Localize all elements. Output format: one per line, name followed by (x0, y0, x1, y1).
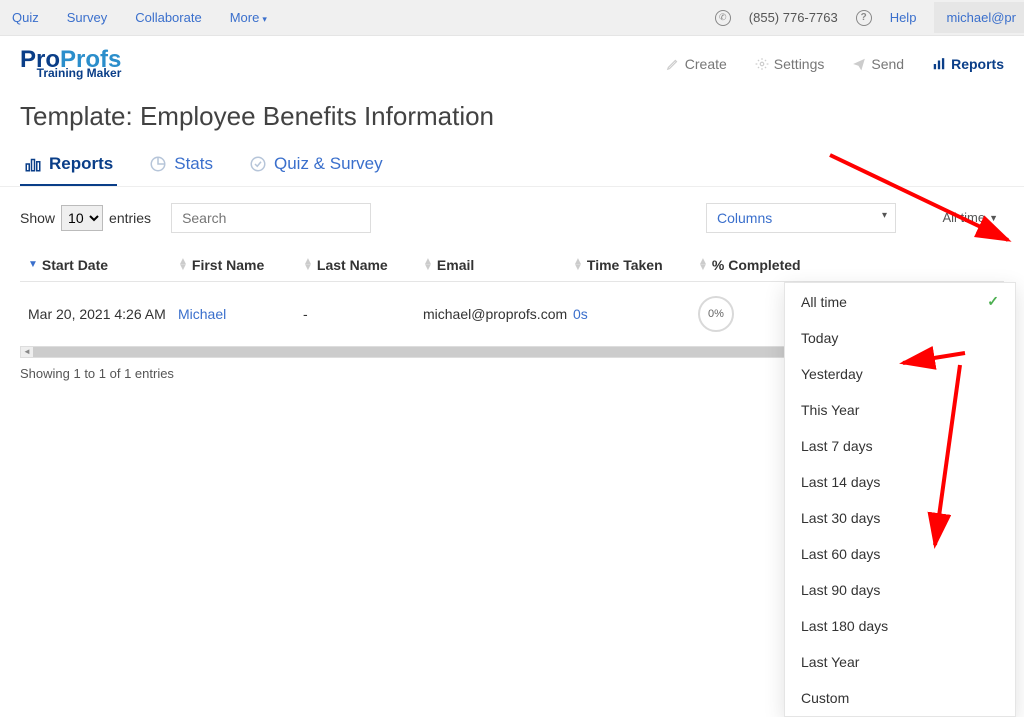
opt-all-time[interactable]: All time✓ (785, 283, 1015, 320)
opt-last-90[interactable]: Last 90 days (785, 572, 1015, 608)
gear-icon (755, 57, 769, 71)
pie-chart-icon (149, 155, 167, 173)
cell-first-name[interactable]: Michael (178, 306, 303, 322)
col-last-name[interactable]: ▲▼Last Name (303, 257, 423, 273)
opt-last-180[interactable]: Last 180 days (785, 608, 1015, 644)
header: ProProfs Training Maker Create Settings … (0, 36, 1024, 93)
menu-create[interactable]: Create (666, 56, 727, 72)
col-first-name[interactable]: ▲▼First Name (178, 257, 303, 273)
paper-plane-icon (852, 57, 866, 71)
time-range-dropdown[interactable]: All time▼ (924, 204, 1004, 231)
entries-label: entries (109, 210, 151, 226)
sort-icon: ▲▼ (573, 259, 583, 271)
opt-last-60[interactable]: Last 60 days (785, 536, 1015, 572)
table-header: ▼Start Date ▲▼First Name ▲▼Last Name ▲▼E… (20, 249, 1004, 282)
tabs: Reports Stats Quiz & Survey (0, 146, 1024, 187)
topnav-more[interactable]: More▾ (230, 10, 267, 25)
logo: ProProfs Training Maker (20, 50, 121, 79)
phone-number: (855) 776-7763 (749, 10, 838, 25)
opt-last-year[interactable]: Last Year (785, 644, 1015, 680)
topnav-survey[interactable]: Survey (67, 10, 107, 25)
opt-custom[interactable]: Custom (785, 680, 1015, 716)
tab-reports[interactable]: Reports (20, 146, 117, 186)
sort-icon: ▲▼ (303, 259, 313, 271)
user-menu[interactable]: michael@pr (934, 2, 1024, 33)
topnav-quiz[interactable]: Quiz (12, 10, 39, 25)
topnav-collaborate[interactable]: Collaborate (135, 10, 202, 25)
pencil-icon (666, 57, 680, 71)
tab-stats[interactable]: Stats (145, 146, 217, 186)
time-range-menu: All time✓ Today Yesterday This Year Last… (784, 282, 1016, 717)
opt-yesterday[interactable]: Yesterday (785, 356, 1015, 392)
help-icon[interactable]: ? (856, 10, 872, 26)
cell-time[interactable]: 0s (573, 306, 698, 322)
header-menu: Create Settings Send Reports (666, 56, 1004, 72)
entries-select[interactable]: 10 (61, 205, 103, 231)
sort-desc-icon: ▼ (28, 259, 38, 270)
cell-last-name: - (303, 306, 423, 322)
col-time-taken[interactable]: ▲▼Time Taken (573, 257, 698, 273)
bar-chart-icon (24, 155, 42, 173)
bar-chart-icon (932, 57, 946, 71)
menu-reports[interactable]: Reports (932, 56, 1004, 72)
pct-badge: 0% (698, 296, 734, 332)
chevron-down-icon: ▼ (989, 213, 998, 223)
col-start-date[interactable]: ▼Start Date (28, 257, 178, 273)
topnav: Quiz Survey Collaborate More▾ (12, 10, 267, 25)
opt-last-30[interactable]: Last 30 days (785, 500, 1015, 536)
phone-icon: ✆ (715, 10, 731, 26)
sort-icon: ▲▼ (423, 259, 433, 271)
sort-icon: ▲▼ (698, 259, 708, 271)
opt-last-14[interactable]: Last 14 days (785, 464, 1015, 500)
cell-start: Mar 20, 2021 4:26 AM (28, 306, 178, 322)
opt-today[interactable]: Today (785, 320, 1015, 356)
scroll-left-icon[interactable]: ◄ (21, 347, 33, 356)
page-title: Template: Employee Benefits Information (0, 93, 1024, 146)
search-box[interactable] (171, 203, 371, 233)
help-link[interactable]: Help (890, 10, 917, 25)
check-circle-icon (249, 155, 267, 173)
opt-this-year[interactable]: This Year (785, 392, 1015, 428)
menu-settings[interactable]: Settings (755, 56, 825, 72)
controls-bar: Show 10 entries Columns All time▼ (0, 187, 1024, 249)
cell-email: michael@proprofs.com (423, 306, 573, 322)
menu-send[interactable]: Send (852, 56, 904, 72)
columns-dropdown[interactable]: Columns (706, 203, 896, 233)
col-pct-completed[interactable]: ▲▼% Completed (698, 257, 818, 273)
check-icon: ✓ (987, 293, 999, 310)
show-label: Show (20, 210, 55, 226)
opt-last-7[interactable]: Last 7 days (785, 428, 1015, 464)
col-email[interactable]: ▲▼Email (423, 257, 573, 273)
sort-icon: ▲▼ (178, 259, 188, 271)
search-input[interactable] (182, 210, 363, 226)
topbar: Quiz Survey Collaborate More▾ ✆ (855) 77… (0, 0, 1024, 36)
tab-quiz-survey[interactable]: Quiz & Survey (245, 146, 387, 186)
